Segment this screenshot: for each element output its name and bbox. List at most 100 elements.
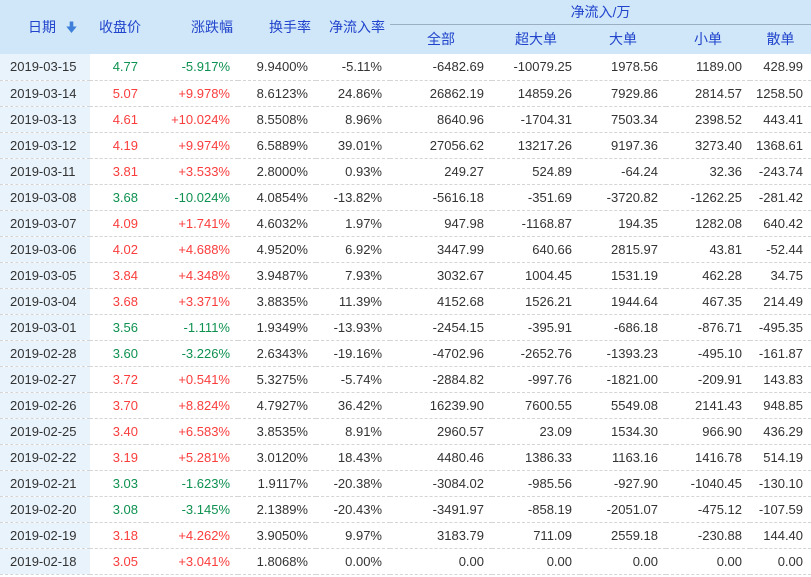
cell-inflow-rate: 11.39% — [316, 288, 390, 314]
cell-retail: 514.19 — [750, 444, 811, 470]
cell-super-large: -1704.31 — [492, 106, 580, 132]
cell-all: 26862.19 — [390, 80, 492, 106]
table-row: 2019-02-263.70+8.824%4.7927%36.42%16239.… — [0, 392, 811, 418]
col-header-small: 小单 — [666, 24, 750, 54]
cell-super-large: 711.09 — [492, 522, 580, 548]
table-row: 2019-03-113.81+3.533%2.8000%0.93%249.275… — [0, 158, 811, 184]
cell-turnover: 5.3275% — [238, 366, 316, 392]
table-row: 2019-02-273.72+0.541%5.3275%-5.74%-2884.… — [0, 366, 811, 392]
cell-date: 2019-02-26 — [0, 392, 90, 418]
cell-small: -475.12 — [666, 496, 750, 522]
cell-change: +10.024% — [146, 106, 238, 132]
cell-retail: 1368.61 — [750, 132, 811, 158]
cell-small: -495.10 — [666, 340, 750, 366]
cell-super-large: 7600.55 — [492, 392, 580, 418]
cell-retail: 640.42 — [750, 210, 811, 236]
cell-super-large: -395.91 — [492, 314, 580, 340]
cell-turnover: 4.6032% — [238, 210, 316, 236]
cell-turnover: 2.6343% — [238, 340, 316, 366]
cell-inflow-rate: 8.96% — [316, 106, 390, 132]
cell-small: 467.35 — [666, 288, 750, 314]
cell-all: -3491.97 — [390, 496, 492, 522]
cell-small: 0.00 — [666, 548, 750, 574]
cell-all: 16239.90 — [390, 392, 492, 418]
cell-retail: 0.00 — [750, 548, 811, 574]
cell-turnover: 1.9117% — [238, 470, 316, 496]
cell-inflow-rate: 6.92% — [316, 236, 390, 262]
cell-date: 2019-02-25 — [0, 418, 90, 444]
cell-date: 2019-03-08 — [0, 184, 90, 210]
cell-inflow-rate: -5.74% — [316, 366, 390, 392]
cell-close: 3.68 — [90, 184, 146, 210]
cell-super-large: 0.00 — [492, 548, 580, 574]
cell-change: -1.111% — [146, 314, 238, 340]
cell-all: 3183.79 — [390, 522, 492, 548]
cell-small: 462.28 — [666, 262, 750, 288]
cell-large: 0.00 — [580, 548, 666, 574]
col-header-super-large: 超大单 — [492, 24, 580, 54]
cell-close: 3.72 — [90, 366, 146, 392]
cell-small: 2814.57 — [666, 80, 750, 106]
table-row: 2019-03-145.07+9.978%8.6123%24.86%26862.… — [0, 80, 811, 106]
col-header-all: 全部 — [390, 24, 492, 54]
cell-date: 2019-02-28 — [0, 340, 90, 366]
cell-super-large: 1004.45 — [492, 262, 580, 288]
col-header-date[interactable]: 日期 — [0, 0, 90, 54]
cell-turnover: 3.8835% — [238, 288, 316, 314]
cell-close: 3.19 — [90, 444, 146, 470]
cell-turnover: 4.7927% — [238, 392, 316, 418]
cell-date: 2019-03-04 — [0, 288, 90, 314]
cell-all: 0.00 — [390, 548, 492, 574]
cell-retail: -52.44 — [750, 236, 811, 262]
cell-large: -686.18 — [580, 314, 666, 340]
cell-inflow-rate: 0.00% — [316, 548, 390, 574]
cell-inflow-rate: 24.86% — [316, 80, 390, 106]
cell-turnover: 2.8000% — [238, 158, 316, 184]
cell-small: 3273.40 — [666, 132, 750, 158]
cell-all: 249.27 — [390, 158, 492, 184]
cell-change: +4.262% — [146, 522, 238, 548]
cell-inflow-rate: 7.93% — [316, 262, 390, 288]
col-header-close: 收盘价 — [90, 0, 146, 54]
cell-large: 1534.30 — [580, 418, 666, 444]
cell-retail: -107.59 — [750, 496, 811, 522]
col-header-inflow-rate: 净流入率 — [316, 0, 390, 54]
cell-close: 4.77 — [90, 54, 146, 80]
cell-small: 1189.00 — [666, 54, 750, 80]
stock-flow-table: 日期 收盘价 涨跌幅 换手率 净流入率 净流入/万 全部 超大单 大单 小单 散… — [0, 0, 811, 575]
cell-turnover: 4.0854% — [238, 184, 316, 210]
col-header-retail: 散单 — [750, 24, 811, 54]
cell-date: 2019-03-12 — [0, 132, 90, 158]
table-row: 2019-02-193.18+4.262%3.9050%9.97%3183.79… — [0, 522, 811, 548]
cell-close: 3.56 — [90, 314, 146, 340]
cell-large: 7503.34 — [580, 106, 666, 132]
cell-turnover: 4.9520% — [238, 236, 316, 262]
cell-super-large: 1526.21 — [492, 288, 580, 314]
cell-date: 2019-02-20 — [0, 496, 90, 522]
cell-all: 3447.99 — [390, 236, 492, 262]
cell-close: 4.02 — [90, 236, 146, 262]
cell-small: 1282.08 — [666, 210, 750, 236]
sort-descending-arrow-icon[interactable] — [65, 21, 78, 34]
cell-date: 2019-03-07 — [0, 210, 90, 236]
cell-turnover: 8.6123% — [238, 80, 316, 106]
cell-retail: 143.83 — [750, 366, 811, 392]
table-row: 2019-03-013.56-1.111%1.9349%-13.93%-2454… — [0, 314, 811, 340]
table-row: 2019-02-283.60-3.226%2.6343%-19.16%-4702… — [0, 340, 811, 366]
col-header-turnover: 换手率 — [238, 0, 316, 54]
table-row: 2019-02-183.05+3.041%1.8068%0.00%0.000.0… — [0, 548, 811, 574]
cell-all: 27056.62 — [390, 132, 492, 158]
cell-large: 1163.16 — [580, 444, 666, 470]
cell-all: -4702.96 — [390, 340, 492, 366]
cell-retail: 214.49 — [750, 288, 811, 314]
cell-close: 3.08 — [90, 496, 146, 522]
cell-change: +3.371% — [146, 288, 238, 314]
cell-date: 2019-02-21 — [0, 470, 90, 496]
cell-turnover: 3.0120% — [238, 444, 316, 470]
table-row: 2019-03-083.68-10.024%4.0854%-13.82%-561… — [0, 184, 811, 210]
cell-inflow-rate: 0.93% — [316, 158, 390, 184]
cell-inflow-rate: 39.01% — [316, 132, 390, 158]
cell-change: -1.623% — [146, 470, 238, 496]
cell-all: 4480.46 — [390, 444, 492, 470]
cell-change: +8.824% — [146, 392, 238, 418]
